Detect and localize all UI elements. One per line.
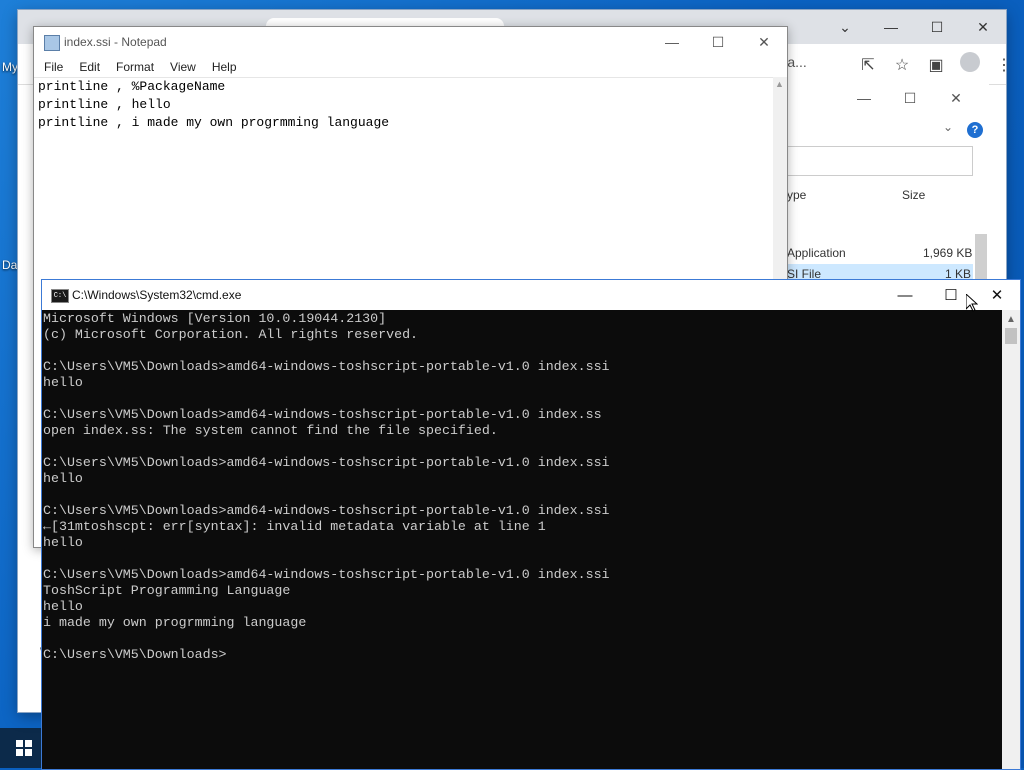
profile-avatar-icon[interactable] bbox=[960, 52, 980, 77]
file-type-cell[interactable]: Application bbox=[787, 246, 846, 260]
search-input[interactable] bbox=[787, 146, 973, 176]
minimize-button[interactable]: — bbox=[649, 27, 695, 57]
minimize-button[interactable]: — bbox=[882, 280, 928, 310]
column-header-type[interactable]: ype bbox=[787, 188, 806, 202]
share-icon[interactable]: ⇱ bbox=[858, 55, 878, 75]
maximize-button[interactable]: ☐ bbox=[914, 10, 960, 44]
scroll-up-icon[interactable]: ▲ bbox=[1006, 314, 1016, 325]
console-output[interactable]: Microsoft Windows [Version 10.0.19044.21… bbox=[42, 310, 1002, 769]
side-panel-icon[interactable]: ▣ bbox=[926, 55, 946, 75]
close-button[interactable]: ✕ bbox=[960, 10, 1006, 44]
minimize-button[interactable]: — bbox=[841, 90, 887, 107]
file-size-cell: 1,969 KB bbox=[923, 246, 973, 260]
maximize-button[interactable]: ☐ bbox=[695, 27, 741, 57]
scroll-up-icon[interactable]: ▲ bbox=[775, 79, 784, 89]
scrollbar-thumb[interactable] bbox=[1005, 328, 1017, 344]
bookmark-star-icon[interactable]: ☆ bbox=[892, 55, 912, 75]
menu-file[interactable]: File bbox=[36, 57, 71, 77]
menu-edit[interactable]: Edit bbox=[71, 57, 108, 77]
chrome-toolbar-icons: ⇱ ☆ ▣ ⋮ bbox=[858, 52, 1014, 77]
window-title: index.ssi - Notepad bbox=[64, 35, 167, 49]
maximize-button[interactable]: ☐ bbox=[887, 90, 933, 107]
close-button[interactable]: ✕ bbox=[933, 90, 979, 107]
close-button[interactable]: ✕ bbox=[741, 27, 787, 57]
menu-bar: File Edit Format View Help bbox=[34, 57, 787, 77]
tab-search-chevron-icon[interactable]: ⌄ bbox=[822, 10, 868, 44]
title-bar[interactable]: index.ssi - Notepad — ☐ ✕ bbox=[34, 27, 787, 57]
cmd-window: C:\ C:\Windows\System32\cmd.exe — ☐ ✕ Mi… bbox=[41, 279, 1021, 770]
mouse-cursor-icon bbox=[966, 294, 978, 312]
desktop-icon-label[interactable]: Da bbox=[2, 258, 17, 272]
desktop-icon-label[interactable]: My bbox=[2, 60, 18, 74]
cmd-icon: C:\ bbox=[51, 289, 69, 303]
minimize-button[interactable]: — bbox=[868, 10, 914, 44]
help-icon[interactable]: ? bbox=[967, 122, 983, 138]
windows-logo-icon bbox=[16, 740, 32, 756]
notepad-icon bbox=[44, 35, 60, 51]
menu-help[interactable]: Help bbox=[204, 57, 245, 77]
chevron-down-icon[interactable]: ⌄ bbox=[943, 120, 953, 134]
title-bar[interactable]: C:\ C:\Windows\System32\cmd.exe — ☐ ✕ bbox=[42, 280, 1020, 310]
more-menu-icon[interactable]: ⋮ bbox=[994, 55, 1014, 75]
menu-format[interactable]: Format bbox=[108, 57, 162, 77]
close-button[interactable]: ✕ bbox=[974, 280, 1020, 310]
column-header-size[interactable]: Size bbox=[902, 188, 925, 202]
menu-view[interactable]: View bbox=[162, 57, 204, 77]
window-title: C:\Windows\System32\cmd.exe bbox=[72, 288, 242, 302]
vertical-scrollbar[interactable]: ▲ bbox=[1002, 310, 1020, 769]
